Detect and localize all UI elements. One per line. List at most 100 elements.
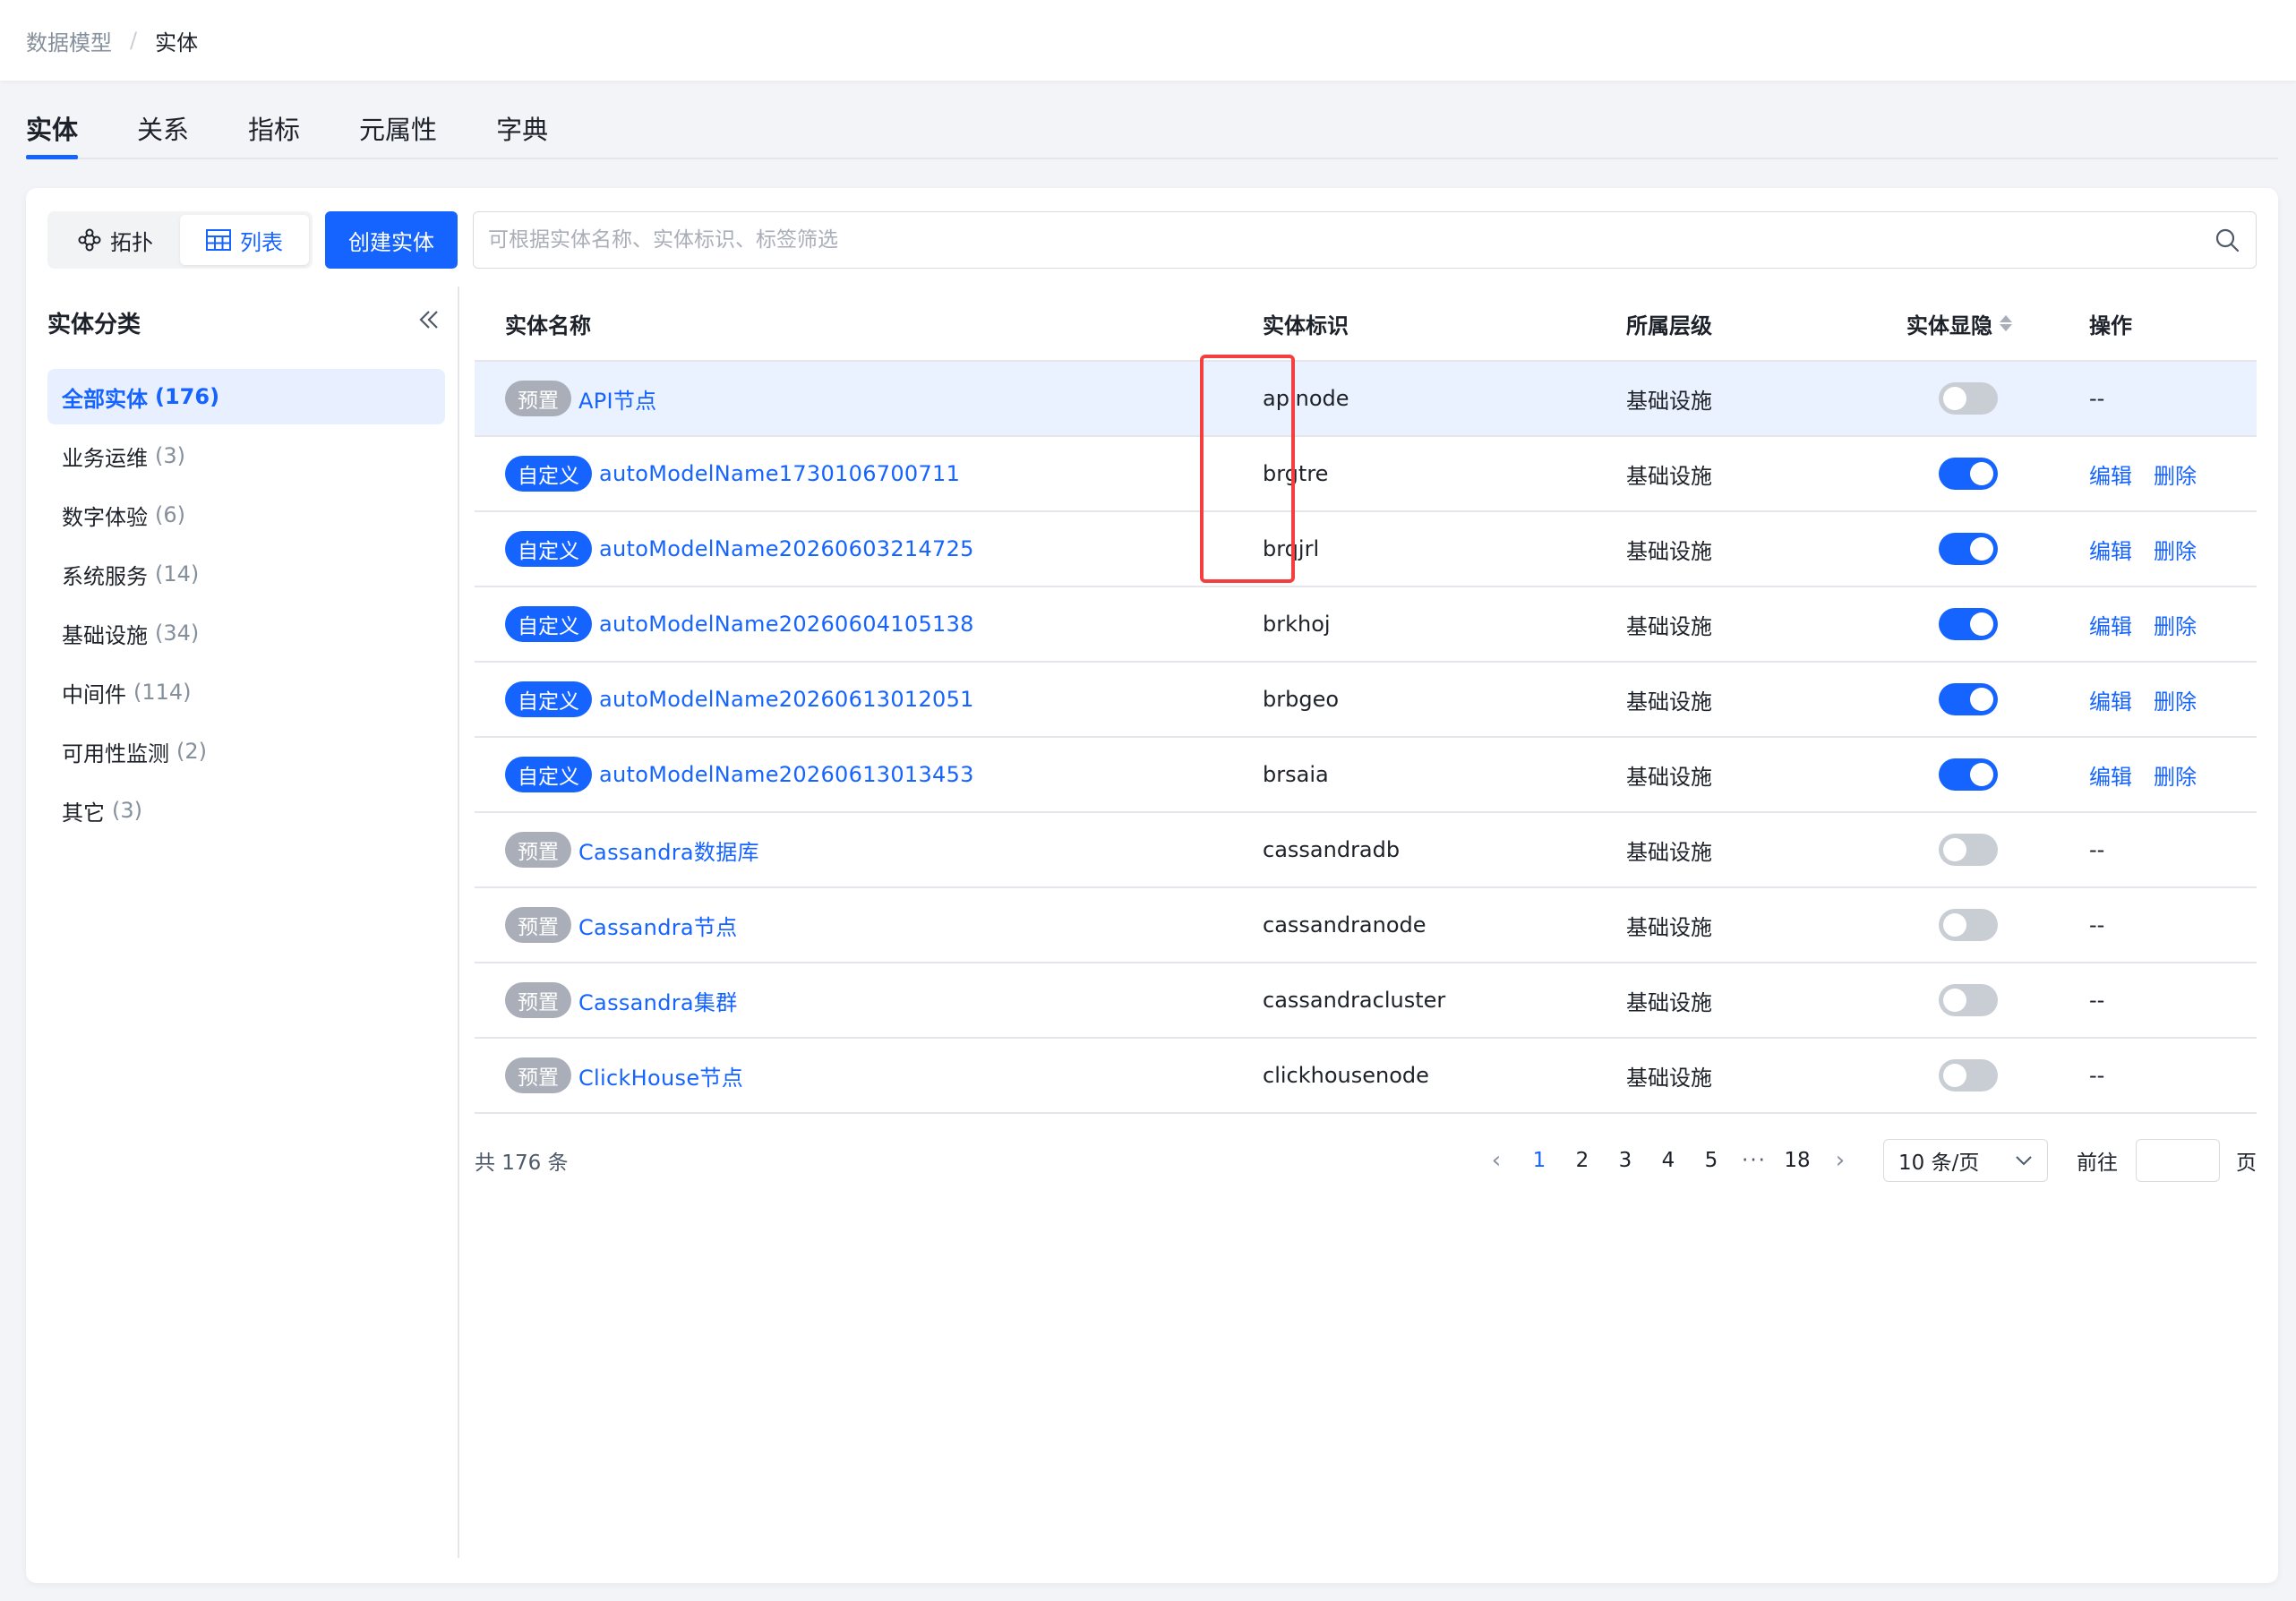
cell-layer: 基础设施: [1626, 1065, 1712, 1091]
create-entity-button[interactable]: 创建实体: [325, 211, 458, 269]
cell-visibility: [1906, 834, 2087, 866]
cell-layer: 基础设施: [1626, 388, 1712, 414]
goto-page-input[interactable]: [2136, 1139, 2220, 1182]
entity-name-link[interactable]: autoModelName1730106700711: [599, 461, 960, 486]
edit-link[interactable]: 编辑: [2089, 458, 2132, 490]
page-4[interactable]: 4: [1647, 1149, 1690, 1172]
table-row: 自定义 autoModelName20260613013453 brsaia 基础设施…: [475, 738, 2257, 813]
cell-ops: --: [2087, 837, 2257, 862]
search-input[interactable]: [488, 228, 2213, 252]
cell-name: 预置 Cassandra节点: [475, 907, 1263, 943]
category-sidebar: 实体分类 全部实体 (176) 业务运维 (3) 数字体验 (6) 系统服务 (…: [26, 287, 459, 1558]
sidebar-item-label: 数字体验: [62, 504, 148, 530]
entity-name-link[interactable]: Cassandra数据库: [578, 835, 759, 866]
cell-name: 自定义 autoModelName20260603214725: [475, 531, 1263, 567]
sidebar-item-digital-experience[interactable]: 数字体验 (6): [47, 487, 445, 543]
no-ops: --: [2089, 837, 2105, 862]
visibility-toggle[interactable]: [1939, 834, 1998, 866]
entity-name-link[interactable]: Cassandra节点: [578, 910, 738, 941]
tab-metric[interactable]: 指标: [248, 98, 300, 158]
edit-link[interactable]: 编辑: [2089, 609, 2132, 640]
cell-id: brgtre: [1263, 461, 1329, 486]
cell-name: 预置 Cassandra数据库: [475, 832, 1263, 868]
delete-link[interactable]: 删除: [2154, 609, 2197, 640]
cell-name: 自定义 autoModelName20260604105138: [475, 606, 1263, 642]
prev-page-icon[interactable]: ‹: [1475, 1147, 1518, 1174]
delete-link[interactable]: 删除: [2154, 684, 2197, 715]
page-size-select[interactable]: 10 条/页: [1883, 1139, 2048, 1182]
entity-name-link[interactable]: ClickHouse节点: [578, 1060, 743, 1092]
page-last[interactable]: 18: [1776, 1149, 1819, 1172]
page-2[interactable]: 2: [1561, 1149, 1604, 1172]
entity-name-link[interactable]: Cassandra集群: [578, 985, 738, 1016]
tab-meta-attribute[interactable]: 元属性: [359, 98, 437, 158]
sidebar-item-availability[interactable]: 可用性监测 (2): [47, 723, 445, 779]
sidebar-header: 实体分类: [47, 287, 441, 358]
visibility-toggle[interactable]: [1939, 608, 1998, 640]
cell-visibility: [1906, 608, 2087, 640]
sidebar-item-infrastructure[interactable]: 基础设施 (34): [47, 605, 445, 661]
edit-link[interactable]: 编辑: [2089, 534, 2132, 565]
topology-icon: [78, 228, 101, 252]
cell-ops: --: [2087, 988, 2257, 1013]
sidebar-item-all[interactable]: 全部实体 (176): [47, 369, 445, 424]
sidebar-item-middleware[interactable]: 中间件 (114): [47, 664, 445, 720]
category-list: 全部实体 (176) 业务运维 (3) 数字体验 (6) 系统服务 (14) 基…: [47, 369, 445, 842]
entity-name-link[interactable]: autoModelName20260603214725: [599, 536, 974, 561]
sidebar-title: 实体分类: [47, 311, 141, 338]
sidebar-item-system-service[interactable]: 系统服务 (14): [47, 546, 445, 602]
cell-id: brbgeo: [1263, 687, 1340, 712]
visibility-toggle[interactable]: [1939, 533, 1998, 565]
delete-link[interactable]: 删除: [2154, 458, 2197, 490]
cell-id: cassandracluster: [1263, 988, 1446, 1013]
topology-view-button[interactable]: 拓扑: [51, 215, 180, 265]
next-page-icon[interactable]: ›: [1819, 1147, 1862, 1174]
visibility-toggle[interactable]: [1939, 1059, 1998, 1092]
entity-name-link[interactable]: autoModelName20260613012051: [599, 687, 974, 712]
delete-link[interactable]: 删除: [2154, 759, 2197, 791]
sidebar-item-count: (3): [155, 443, 185, 468]
visibility-toggle[interactable]: [1939, 758, 1998, 791]
cell-ops: 编辑 删除: [2087, 609, 2257, 640]
list-view-button[interactable]: 列表: [180, 215, 309, 265]
visibility-toggle[interactable]: [1939, 458, 1998, 490]
entity-name-link[interactable]: API节点: [578, 383, 656, 415]
entity-name-link[interactable]: autoModelName20260613013453: [599, 762, 974, 787]
sidebar-item-business-ops[interactable]: 业务运维 (3): [47, 428, 445, 484]
visibility-toggle[interactable]: [1939, 382, 1998, 415]
chevron-down-icon: [2016, 1156, 2032, 1166]
visibility-toggle[interactable]: [1939, 683, 1998, 715]
tab-relation[interactable]: 关系: [137, 98, 189, 158]
delete-link[interactable]: 删除: [2154, 534, 2197, 565]
page-3[interactable]: 3: [1604, 1149, 1647, 1172]
sidebar-item-count: (3): [112, 798, 142, 823]
cell-layer: 基础设施: [1626, 463, 1712, 489]
entity-type-tag: 预置: [505, 907, 571, 943]
table-row: 预置 Cassandra节点 cassandranode 基础设施 --: [475, 888, 2257, 963]
page-5[interactable]: 5: [1690, 1149, 1733, 1172]
breadcrumb-parent[interactable]: 数据模型: [26, 25, 112, 56]
page-1[interactable]: 1: [1518, 1149, 1561, 1172]
no-ops: --: [2089, 1063, 2105, 1088]
sidebar-item-count: (2): [176, 739, 207, 764]
tab-dictionary[interactable]: 字典: [496, 98, 548, 158]
sort-icon[interactable]: [2000, 315, 2012, 331]
edit-link[interactable]: 编辑: [2089, 684, 2132, 715]
cell-id: brqjrl: [1263, 536, 1320, 561]
entity-type-tag: 自定义: [505, 606, 592, 642]
entity-type-tag: 预置: [505, 1057, 571, 1093]
cell-id: clickhousenode: [1263, 1063, 1429, 1088]
search-icon[interactable]: [2213, 226, 2241, 254]
main-card: 拓扑 列表 创建实体 实体分类: [26, 188, 2278, 1583]
cell-layer: 基础设施: [1626, 538, 1712, 564]
tab-entity[interactable]: 实体: [26, 98, 79, 159]
column-header-visibility[interactable]: 实体显隐: [1906, 308, 2087, 339]
edit-link[interactable]: 编辑: [2089, 759, 2132, 791]
visibility-toggle[interactable]: [1939, 909, 1998, 941]
collapse-sidebar-icon[interactable]: [416, 305, 441, 339]
sidebar-item-other[interactable]: 其它 (3): [47, 783, 445, 838]
page-ellipsis[interactable]: ···: [1733, 1149, 1776, 1172]
cell-visibility: [1906, 984, 2087, 1016]
visibility-toggle[interactable]: [1939, 984, 1998, 1016]
entity-name-link[interactable]: autoModelName20260604105138: [599, 612, 974, 637]
